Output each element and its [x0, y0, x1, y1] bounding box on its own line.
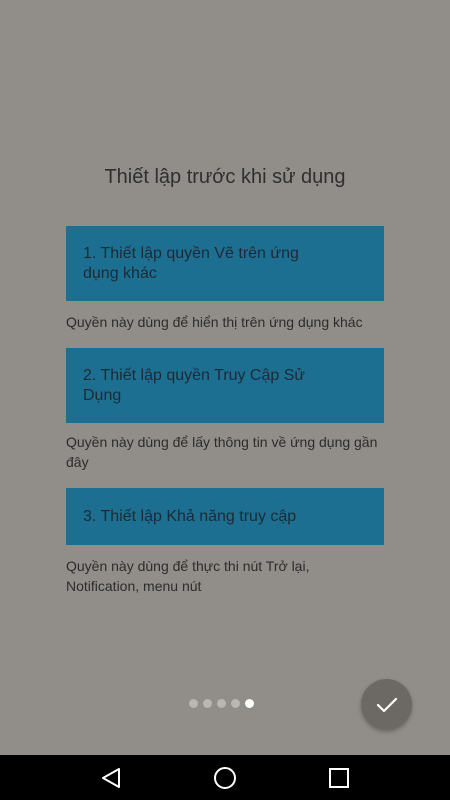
accessibility-button[interactable]: 3. Thiết lập Khả năng truy cập: [66, 488, 384, 545]
checkmark-icon: [376, 697, 397, 712]
page-dot-3: [217, 699, 226, 708]
page-dot-2: [203, 699, 212, 708]
nav-recents-button[interactable]: [309, 755, 369, 800]
draw-over-apps-button[interactable]: 1. Thiết lập quyền Vẽ trên ứng dụng khác: [66, 226, 384, 301]
system-nav-bar: [0, 755, 450, 800]
page-title: Thiết lập trước khi sử dụng: [104, 166, 346, 188]
step-1-description: Quyền này dùng để hiển thị trên ứng dụng…: [66, 314, 363, 330]
step-3-label: 3. Thiết lập Khả năng truy cập: [83, 507, 297, 525]
nav-back-button[interactable]: [81, 755, 141, 800]
step-1-label: 1. Thiết lập quyền Vẽ trên ứng dụng khác: [83, 244, 299, 282]
step-2-description: Quyền này dùng để lấy thông tin về ứng d…: [66, 434, 378, 470]
page-dot-5: [245, 699, 254, 708]
page-dot-1: [189, 699, 198, 708]
nav-home-button[interactable]: [195, 755, 255, 800]
page-indicator: [189, 699, 254, 708]
home-circle-icon: [214, 766, 236, 789]
setup-screen: Thiết lập trước khi sử dụng 1. Thiết lập…: [0, 0, 450, 755]
done-button[interactable]: [361, 679, 412, 730]
back-triangle-icon: [102, 767, 120, 788]
usage-access-button[interactable]: 2. Thiết lập quyền Truy Cập Sử Dụng: [66, 348, 384, 423]
page-dot-4: [231, 699, 240, 708]
recents-square-icon: [329, 767, 349, 788]
step-2-label: 2. Thiết lập quyền Truy Cập Sử Dụng: [83, 366, 306, 404]
step-3-description: Quyền này dùng để thực thi nút Trở lại, …: [66, 558, 310, 594]
